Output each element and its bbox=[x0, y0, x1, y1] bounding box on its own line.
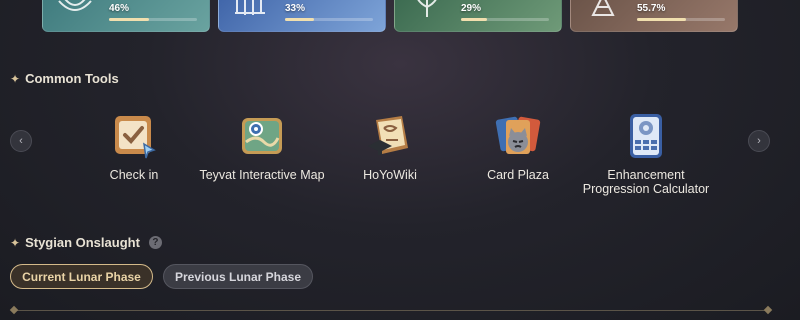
tool-enhancement-calculator[interactable]: Enhancement Progression Calculator bbox=[581, 112, 711, 196]
card-plaza-icon bbox=[494, 112, 542, 160]
chevron-right-icon: › bbox=[757, 135, 761, 147]
tool-card-plaza[interactable]: Card Plaza bbox=[453, 112, 583, 182]
hydro-emblem-icon bbox=[591, 0, 615, 16]
tool-teyvat-map[interactable]: Teyvat Interactive Map bbox=[197, 112, 327, 182]
calculator-icon bbox=[622, 112, 670, 160]
tool-label: HoYoWiki bbox=[363, 168, 417, 182]
chevron-left-icon: ‹ bbox=[19, 135, 23, 147]
anemo-emblem-icon bbox=[58, 0, 92, 11]
region-percent: 29% bbox=[461, 3, 482, 14]
section-divider bbox=[9, 305, 773, 315]
geo-emblem-icon bbox=[235, 0, 265, 15]
region-card-2[interactable]: 33% bbox=[218, 0, 386, 32]
region-progress-row: 46% 33% 29% 55.7% bbox=[42, 0, 740, 32]
tool-label: Enhancement Progression Calculator bbox=[582, 168, 710, 196]
region-percent: 55.7% bbox=[637, 3, 666, 14]
stygian-title: Stygian Onslaught bbox=[25, 235, 140, 250]
stygian-heading: ✦ Stygian Onslaught ? bbox=[10, 235, 162, 250]
region-progress-bar bbox=[109, 18, 197, 21]
tool-hoyowiki[interactable]: HoYoWiki bbox=[325, 112, 455, 182]
help-icon[interactable]: ? bbox=[148, 236, 162, 249]
region-progress-bar bbox=[461, 18, 549, 21]
common-tools-heading: ✦ Common Tools bbox=[10, 71, 119, 86]
region-progress-bar bbox=[285, 18, 373, 21]
region-card-4[interactable]: 55.7% bbox=[570, 0, 738, 32]
carousel-prev-button[interactable]: ‹ bbox=[10, 130, 32, 152]
tool-check-in[interactable]: Check in bbox=[69, 112, 199, 182]
region-progress-bar bbox=[637, 18, 725, 21]
common-tools-title: Common Tools bbox=[25, 71, 119, 86]
sparkle-icon: ✦ bbox=[10, 235, 21, 250]
wiki-icon bbox=[366, 112, 414, 160]
region-percent: 33% bbox=[285, 3, 306, 14]
region-card-3[interactable]: 29% bbox=[394, 0, 562, 32]
dendro-emblem-icon bbox=[417, 0, 437, 17]
check-in-icon bbox=[110, 112, 158, 160]
region-percent: 46% bbox=[109, 3, 130, 14]
sparkle-icon: ✦ bbox=[10, 71, 21, 86]
tool-label: Teyvat Interactive Map bbox=[199, 168, 325, 182]
tool-label: Check in bbox=[109, 168, 159, 182]
region-card-1[interactable]: 46% bbox=[42, 0, 210, 32]
previous-lunar-phase-tab[interactable]: Previous Lunar Phase bbox=[163, 264, 313, 289]
carousel-next-button[interactable]: › bbox=[748, 130, 770, 152]
map-icon bbox=[238, 112, 286, 160]
tool-label: Card Plaza bbox=[487, 168, 549, 182]
current-lunar-phase-tab[interactable]: Current Lunar Phase bbox=[10, 264, 153, 289]
